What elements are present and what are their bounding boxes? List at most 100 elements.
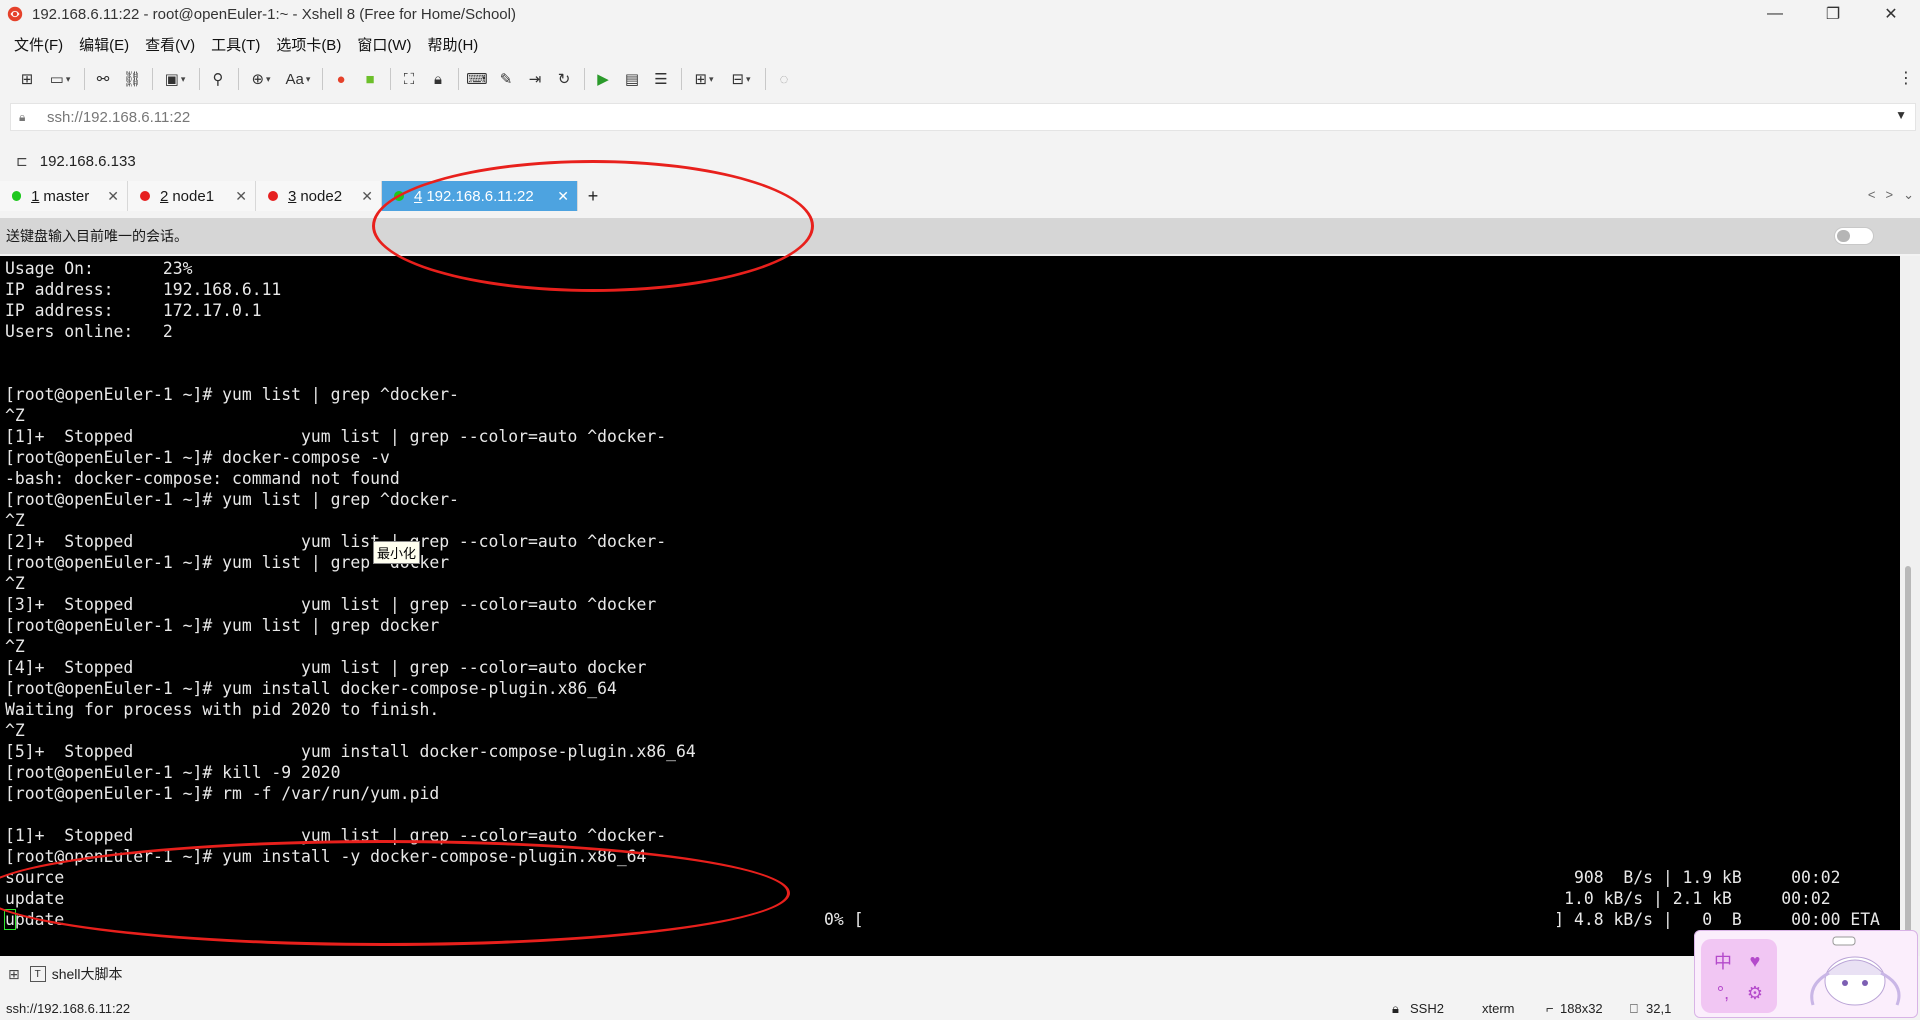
address-url: ssh://192.168.6.11:22 [47, 108, 191, 126]
terminal-line: -bash: docker-compose: command not found [5, 469, 400, 488]
close-icon[interactable]: ✕ [107, 188, 119, 205]
status-dot [268, 191, 278, 201]
compose-bar: ⊞ T shell大脚本 [0, 961, 1920, 987]
terminal-line: [1]+ Stopped yum list | grep --color=aut… [5, 427, 667, 446]
toolbar-divider [765, 68, 766, 90]
more-options-icon[interactable]: ⋮ [1898, 68, 1914, 88]
keyboard-icon[interactable]: ⌨ [466, 68, 488, 90]
script-icon[interactable]: ↻ [553, 68, 575, 90]
chevron-right-icon[interactable]: > [1886, 187, 1894, 203]
tab-number: 4 [414, 187, 423, 205]
new-session-icon[interactable]: ⊞ [16, 68, 38, 90]
disconnect-icon[interactable]: ⛓ [121, 68, 143, 90]
pen-icon[interactable]: ✎ [495, 68, 517, 90]
compose-icon[interactable]: ▤ [621, 68, 643, 90]
connect-icon[interactable]: ⚯ [92, 68, 114, 90]
tab-node1[interactable]: 2 node1 ✕ [128, 181, 256, 211]
tab-navigation: < > ⌄ [1868, 187, 1914, 203]
search-icon[interactable]: ⚲ [207, 68, 229, 90]
terminal-line: Waiting for process with pid 2020 to fin… [5, 700, 440, 719]
send-input-toggle[interactable] [1834, 227, 1874, 245]
tab-label: master [43, 187, 90, 205]
terminal-scrollbar[interactable] [1900, 256, 1920, 956]
window-title: 192.168.6.11:22 - root@openEuler-1:~ - X… [32, 5, 516, 23]
run-icon[interactable]: ▶ [592, 68, 614, 90]
close-icon[interactable]: ✕ [235, 188, 247, 205]
ime-chinese-icon[interactable]: 中 [1711, 948, 1735, 974]
status-lock-icon: 🔒︎ [1392, 1001, 1399, 1016]
menu-tools[interactable]: 工具(T) [211, 34, 260, 55]
menu-tabs[interactable]: 选项卡(B) [276, 34, 341, 55]
tab-number: 3 [288, 187, 297, 205]
scrollbar-thumb[interactable] [1905, 566, 1911, 952]
grid-icon[interactable]: ⊞ [8, 966, 20, 983]
close-icon[interactable]: ✕ [557, 188, 569, 205]
title-bar: 192.168.6.11:22 - root@openEuler-1:~ - X… [0, 0, 1920, 28]
lock-icon: 🔒︎ [19, 109, 26, 124]
ime-panel[interactable]: 中 ♥ °, ⚙ [1701, 939, 1777, 1013]
transfer-icon[interactable]: ⇥ [524, 68, 546, 90]
xmanager-icon[interactable]: ■ [359, 68, 381, 90]
toolbar-divider [681, 68, 682, 90]
session-manager-icon[interactable]: ⊏ [16, 153, 28, 170]
globe-icon[interactable]: ⊕ [246, 68, 276, 90]
status-protocol: SSH2 [1410, 1001, 1444, 1016]
window-controls: — ❐ ✕ [1746, 0, 1920, 28]
terminal-line: ^Z [5, 637, 25, 656]
chevron-down-icon[interactable]: ⌄ [1903, 187, 1914, 203]
punctuation-icon[interactable]: °, [1711, 983, 1735, 1004]
maximize-button[interactable]: ❐ [1804, 0, 1862, 28]
terminal-line: ^Z [5, 721, 25, 740]
menu-bar: 文件(F) 编辑(E) 查看(V) 工具(T) 选项卡(B) 窗口(W) 帮助(… [0, 30, 494, 58]
tab-label: node2 [300, 187, 343, 205]
lock-icon[interactable]: 🔒︎ [427, 68, 449, 90]
tab-master[interactable]: 1 master ✕ [0, 181, 128, 211]
menu-help[interactable]: 帮助(H) [427, 34, 478, 55]
close-window-button[interactable]: ✕ [1862, 0, 1920, 28]
notes-icon[interactable]: ☰ [650, 68, 672, 90]
tab-node2[interactable]: 3 node2 ✕ [256, 181, 382, 211]
menu-file[interactable]: 文件(F) [14, 34, 63, 55]
chevron-down-icon[interactable]: ▼ [1895, 108, 1907, 122]
font-icon[interactable]: Aa [283, 68, 313, 90]
terminal-screen[interactable]: Usage On: 23% IP address: 192.168.6.11 I… [0, 256, 1900, 956]
terminal-line: [root@openEuler-1 ~]# yum list | grep ^d… [5, 490, 459, 509]
chat-icon[interactable]: ◌ [773, 68, 795, 90]
toolbar-divider [152, 68, 153, 90]
session-link[interactable]: 192.168.6.133 [40, 153, 136, 170]
xshell-logo-icon [7, 6, 23, 22]
status-url: ssh://192.168.6.11:22 [6, 1001, 131, 1016]
add-tab-button[interactable]: + [578, 181, 608, 211]
toolbar-divider [322, 68, 323, 90]
script-icon[interactable]: T [29, 966, 46, 982]
address-bar[interactable]: 🔒︎ ssh://192.168.6.11:22 ▼ [10, 103, 1916, 131]
menu-view[interactable]: 查看(V) [145, 34, 195, 55]
toolbar-divider [390, 68, 391, 90]
status-term: xterm [1482, 1001, 1515, 1016]
terminal-line: [root@openEuler-1 ~]# kill -9 2020 [5, 763, 341, 782]
chevron-left-icon[interactable]: < [1868, 187, 1876, 203]
xftp-icon[interactable]: ● [330, 68, 352, 90]
menu-window[interactable]: 窗口(W) [357, 34, 411, 55]
terminal-line: [root@openEuler-1 ~]# docker-compose -v [5, 448, 390, 467]
terminal-line: source 908 B/s | 1.9 kB 00:02 [5, 868, 1841, 887]
script-label[interactable]: shell大脚本 [52, 964, 123, 984]
tooltip: 最小化 [373, 541, 421, 564]
tab-bar: 1 master ✕ 2 node1 ✕ 3 node2 ✕ 4 192.168… [0, 181, 1920, 211]
layout-icon[interactable]: ⊟ [726, 68, 756, 90]
terminal-output: Usage On: 23% IP address: 192.168.6.11 I… [0, 256, 1900, 930]
toolbar-divider [458, 68, 459, 90]
close-icon[interactable]: ✕ [361, 188, 373, 205]
terminal-line: [root@openEuler-1 ~]# yum install -y doc… [5, 847, 647, 866]
new-tab-icon[interactable]: ⊞ [689, 68, 719, 90]
heart-icon[interactable]: ♥ [1743, 951, 1767, 972]
menu-edit[interactable]: 编辑(E) [79, 34, 129, 55]
session-properties-icon[interactable]: ▣ [160, 68, 190, 90]
tab-192-168-6-11[interactable]: 4 192.168.6.11:22 ✕ [382, 181, 578, 211]
fullscreen-icon[interactable]: ⛶ [398, 68, 420, 90]
terminal-line: IP address: 192.168.6.11 [5, 280, 282, 299]
minimize-button[interactable]: — [1746, 0, 1804, 28]
gear-icon[interactable]: ⚙ [1743, 983, 1767, 1004]
open-folder-icon[interactable]: ▭ [45, 68, 75, 90]
terminal-line: IP address: 172.17.0.1 [5, 301, 262, 320]
